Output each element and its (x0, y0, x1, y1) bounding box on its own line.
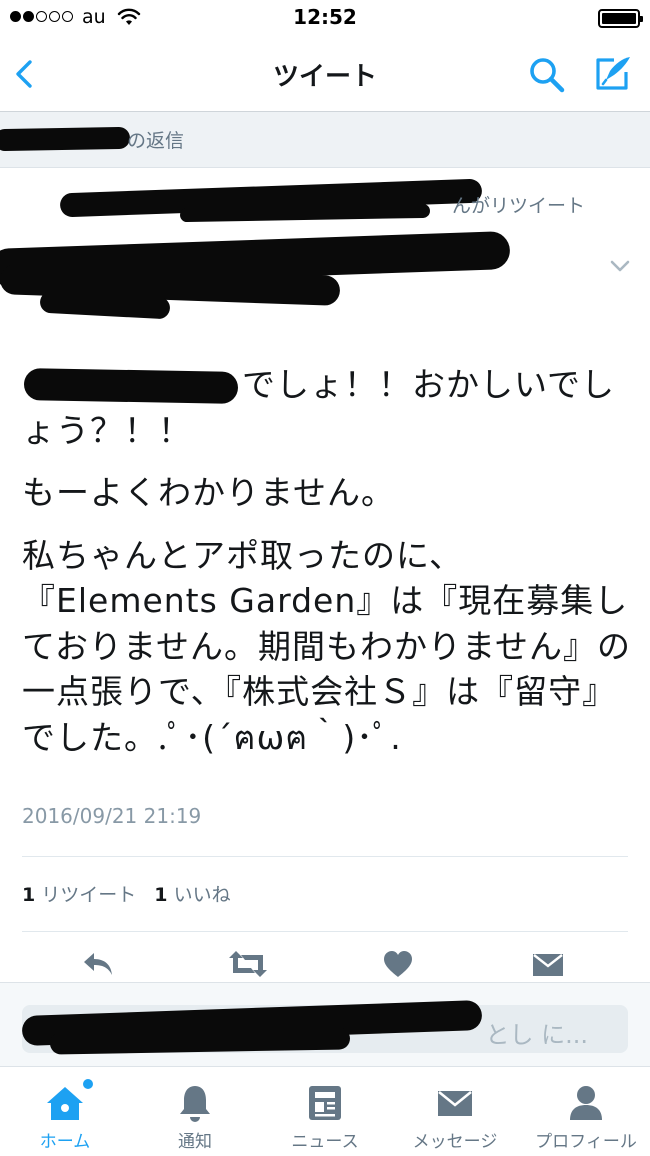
tab-label: ホーム (39, 1132, 91, 1152)
tab-label: プロフィール (535, 1132, 637, 1152)
battery-icon (598, 9, 643, 28)
tab-messages[interactable]: メッセージ (400, 1067, 510, 1156)
tab-label: ニュース (291, 1132, 359, 1152)
envelope-icon (533, 954, 563, 976)
unread-indicator (83, 1079, 93, 1089)
tab-news[interactable]: ニュース (280, 1067, 370, 1156)
tab-home[interactable]: ホーム (20, 1067, 110, 1156)
tweet-text: でしょ！！おかしいでしょう？！！ もーよくわかりません。 私ちゃんとアポ取ったの… (22, 362, 632, 777)
retweeted-by-label: んがリツイート (452, 195, 586, 217)
tab-bar: ホーム 通知 ニュース メッセージ プロフィール (0, 1066, 650, 1156)
status-time: 12:52 (293, 5, 357, 29)
like-count-label[interactable]: いいね (174, 884, 231, 906)
compose-tweet-button[interactable] (590, 52, 634, 96)
redaction-mark (179, 203, 431, 223)
tweet-action-bar (0, 946, 650, 982)
like-button[interactable] (376, 946, 420, 982)
tab-notifications[interactable]: 通知 (150, 1067, 240, 1156)
direct-message-button[interactable] (526, 946, 570, 982)
tweet-paragraph: 私ちゃんとアポ取ったのに、『Elements Garden』は『現在募集しており… (22, 535, 632, 757)
status-bar: au 12:52 (0, 0, 650, 36)
search-button[interactable] (526, 54, 568, 96)
envelope-icon (438, 1090, 472, 1116)
tab-profile[interactable]: プロフィール (528, 1067, 644, 1156)
news-icon (309, 1086, 341, 1120)
retweet-button[interactable] (226, 946, 270, 982)
divider (22, 931, 628, 932)
reply-icon (84, 953, 112, 975)
reply-context-banner[interactable]: の返信 (0, 112, 650, 168)
chevron-down-icon[interactable] (609, 258, 631, 274)
reply-button[interactable] (76, 946, 120, 982)
redaction-mark (0, 126, 131, 152)
nav-bar: ツイート (0, 36, 650, 112)
home-icon (47, 1087, 83, 1120)
heart-icon (384, 951, 412, 977)
tweet-paragraph: でしょ！！おかしいでしょう？！！ (22, 365, 616, 450)
retweet-icon (229, 951, 267, 977)
like-count: 1 (154, 884, 168, 906)
reply-context-label: の返信 (127, 130, 185, 152)
tab-label: 通知 (178, 1132, 212, 1152)
divider (22, 856, 628, 857)
bell-icon (180, 1086, 210, 1122)
person-icon (570, 1086, 602, 1120)
tweet-stats: 1 リツイート 1 いいね (22, 880, 231, 907)
retweet-count-label[interactable]: リツイート (41, 884, 136, 906)
reply-input-placeholder: とし に... (485, 1021, 588, 1049)
retweet-count: 1 (22, 884, 36, 906)
tweet-timestamp: 2016/09/21 21:19 (22, 804, 202, 828)
tab-label: メッセージ (412, 1132, 498, 1152)
tweet-paragraph: もーよくわかりません。 (22, 473, 396, 512)
